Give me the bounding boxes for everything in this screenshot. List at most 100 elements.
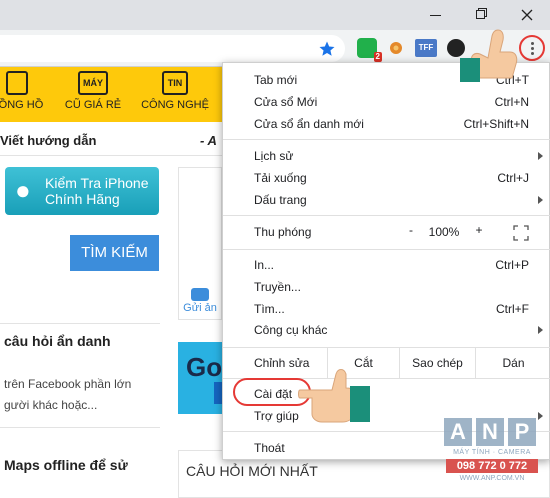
minimize-icon xyxy=(429,14,441,16)
fullscreen-icon[interactable] xyxy=(513,225,529,241)
menu-item-find[interactable]: Tìm... Ctrl+F xyxy=(223,298,550,320)
menu-item-label: Lịch sử xyxy=(254,149,294,163)
zoom-level: 100% xyxy=(428,225,460,239)
nav-item-used[interactable]: MÁY CŨ GIÁ RẺ xyxy=(62,71,124,111)
apple-icon: ● xyxy=(15,175,31,205)
leaf-extension-icon[interactable] xyxy=(388,40,404,56)
zoom-out-button[interactable]: - xyxy=(403,223,419,237)
bookmark-star-icon[interactable] xyxy=(318,40,336,58)
dot-icon xyxy=(530,41,534,45)
maps-article-title[interactable]: Maps offline để sử xyxy=(4,457,128,473)
anon-question-title[interactable]: câu hỏi ẩn danh xyxy=(4,333,111,349)
nav-item-label: ĐỒNG HỒ xyxy=(0,99,44,111)
send-photo-label: Gửi ản xyxy=(183,302,217,314)
menu-item-print[interactable]: In... Ctrl+P xyxy=(223,254,550,276)
watermark-letters: A N P xyxy=(444,418,536,446)
menu-zoom-row: Thu phóng - 100% + xyxy=(223,220,550,244)
watermark-letter: N xyxy=(476,418,504,446)
banner-text: Go xyxy=(186,352,223,382)
search-button[interactable]: TÌM KIẾM xyxy=(70,235,159,271)
menu-item-label: Dấu trang xyxy=(254,193,307,207)
nav-item-tech[interactable]: TIN CÔNG NGHỆ xyxy=(140,71,210,111)
menu-item-new-window[interactable]: Cửa sổ Mới Ctrl+N xyxy=(223,91,550,113)
close-button[interactable] xyxy=(504,0,550,30)
menu-item-label: Công cụ khác xyxy=(254,323,328,337)
check-iphone-button[interactable]: ● Kiểm Tra iPhone Chính Hãng xyxy=(5,167,159,215)
nav-item-label: CÔNG NGHỆ xyxy=(141,99,209,111)
menu-item-label: Thoát xyxy=(254,441,285,455)
menu-item-shortcut: Ctrl+P xyxy=(495,258,529,272)
menu-item-label: Tab mới xyxy=(254,73,298,87)
question-snippet: trên Facebook phần lớn gười khác hoặc... xyxy=(4,374,131,416)
watermark-letter: P xyxy=(508,418,536,446)
paste-button[interactable]: Dán xyxy=(475,348,550,378)
menu-separator xyxy=(223,139,550,140)
address-bar[interactable] xyxy=(0,35,345,62)
copy-button[interactable]: Sao chép xyxy=(399,348,475,378)
menu-separator xyxy=(223,249,550,250)
divider xyxy=(0,427,160,428)
menu-item-cast[interactable]: Truyền... xyxy=(223,276,550,298)
menu-item-label: Cửa sổ Mới xyxy=(254,95,318,109)
close-icon xyxy=(521,9,533,21)
menu-item-downloads[interactable]: Tải xuống Ctrl+J xyxy=(223,167,550,189)
guide-separator: - A xyxy=(200,133,217,148)
restore-icon-front xyxy=(476,10,485,19)
menu-item-label: Trợ giúp xyxy=(254,409,299,423)
menu-item-more-tools[interactable]: Công cụ khác xyxy=(223,319,550,341)
guide-link[interactable]: Viết hướng dẫn xyxy=(0,133,96,148)
watermark-url: WWW.ANP.COM.VN xyxy=(459,475,525,482)
dot-icon xyxy=(530,46,534,50)
send-photo-button[interactable]: Gửi ản xyxy=(178,285,222,320)
chrome-menu-button[interactable] xyxy=(519,35,545,61)
snippet-line: trên Facebook phần lớn xyxy=(4,377,132,391)
extension-badge: 2 xyxy=(373,52,382,62)
nav-item-label: CŨ GIÁ RẺ xyxy=(64,99,122,111)
anp-watermark-logo: A N P MÁY TÍNH · CAMERA 098 772 0 772 WW… xyxy=(444,418,544,496)
watermark-phone: 098 772 0 772 xyxy=(446,459,538,473)
pointing-hand-icon xyxy=(460,29,518,82)
restore-button[interactable] xyxy=(458,0,504,30)
menu-item-shortcut: Ctrl+F xyxy=(496,302,529,316)
submenu-arrow-icon xyxy=(538,196,543,204)
watermark-tagline: MÁY TÍNH · CAMERA xyxy=(453,449,531,456)
divider xyxy=(0,323,160,324)
watermark-letter: A xyxy=(444,418,472,446)
banner-bar xyxy=(214,382,222,404)
menu-item-label: In... xyxy=(254,258,275,272)
menu-item-shortcut: Ctrl+Shift+N xyxy=(463,117,529,131)
zoom-label: Thu phóng xyxy=(254,225,312,239)
may-icon: MÁY xyxy=(78,71,108,95)
menu-item-label: Cửa sổ ẩn danh mới xyxy=(254,117,364,131)
snippet-line: gười khác hoặc... xyxy=(4,398,98,412)
submenu-arrow-icon xyxy=(538,326,543,334)
menu-item-label: Tải xuống xyxy=(254,171,307,185)
dot-icon xyxy=(530,51,534,55)
minimize-button[interactable] xyxy=(412,0,458,30)
menu-item-history[interactable]: Lịch sử xyxy=(223,145,550,167)
camera-icon xyxy=(191,288,209,301)
pointing-hand-icon xyxy=(298,369,370,423)
nav-item-watch[interactable]: ĐỒNG HỒ xyxy=(0,71,46,111)
zoom-in-button[interactable]: + xyxy=(471,223,487,237)
watch-icon xyxy=(6,71,28,95)
site-navbar: ĐỒNG HỒ MÁY CŨ GIÁ RẺ TIN CÔNG NGHỆ xyxy=(0,67,222,122)
menu-item-shortcut: Ctrl+N xyxy=(494,95,529,109)
menu-item-bookmarks[interactable]: Dấu trang xyxy=(223,189,550,211)
submenu-arrow-icon xyxy=(538,152,543,160)
menu-separator xyxy=(223,215,550,216)
menu-item-incognito[interactable]: Cửa sổ ẩn danh mới Ctrl+Shift+N xyxy=(223,113,550,135)
chat-extension-icon[interactable]: 2 xyxy=(357,38,382,62)
tff-extension-icon[interactable]: TFF xyxy=(415,39,437,57)
menu-item-label: Tìm... xyxy=(254,302,285,316)
menu-edit-row: Chỉnh sửa Cắt Sao chép Dán xyxy=(223,348,550,378)
window-titlebar xyxy=(0,0,550,30)
iphone-button-line1: Kiểm Tra iPhone xyxy=(45,175,149,191)
latest-questions-title: CÂU HỎI MỚI NHẤT xyxy=(186,463,318,479)
tin-icon: TIN xyxy=(162,71,188,95)
iphone-button-line2: Chính Hãng xyxy=(45,191,120,207)
promo-banner[interactable]: Go xyxy=(178,342,222,414)
menu-item-shortcut: Ctrl+J xyxy=(497,171,529,185)
chrome-main-menu: Tab mới Ctrl+T Cửa sổ Mới Ctrl+N Cửa sổ … xyxy=(222,62,550,460)
menu-item-label: Truyền... xyxy=(254,280,301,294)
